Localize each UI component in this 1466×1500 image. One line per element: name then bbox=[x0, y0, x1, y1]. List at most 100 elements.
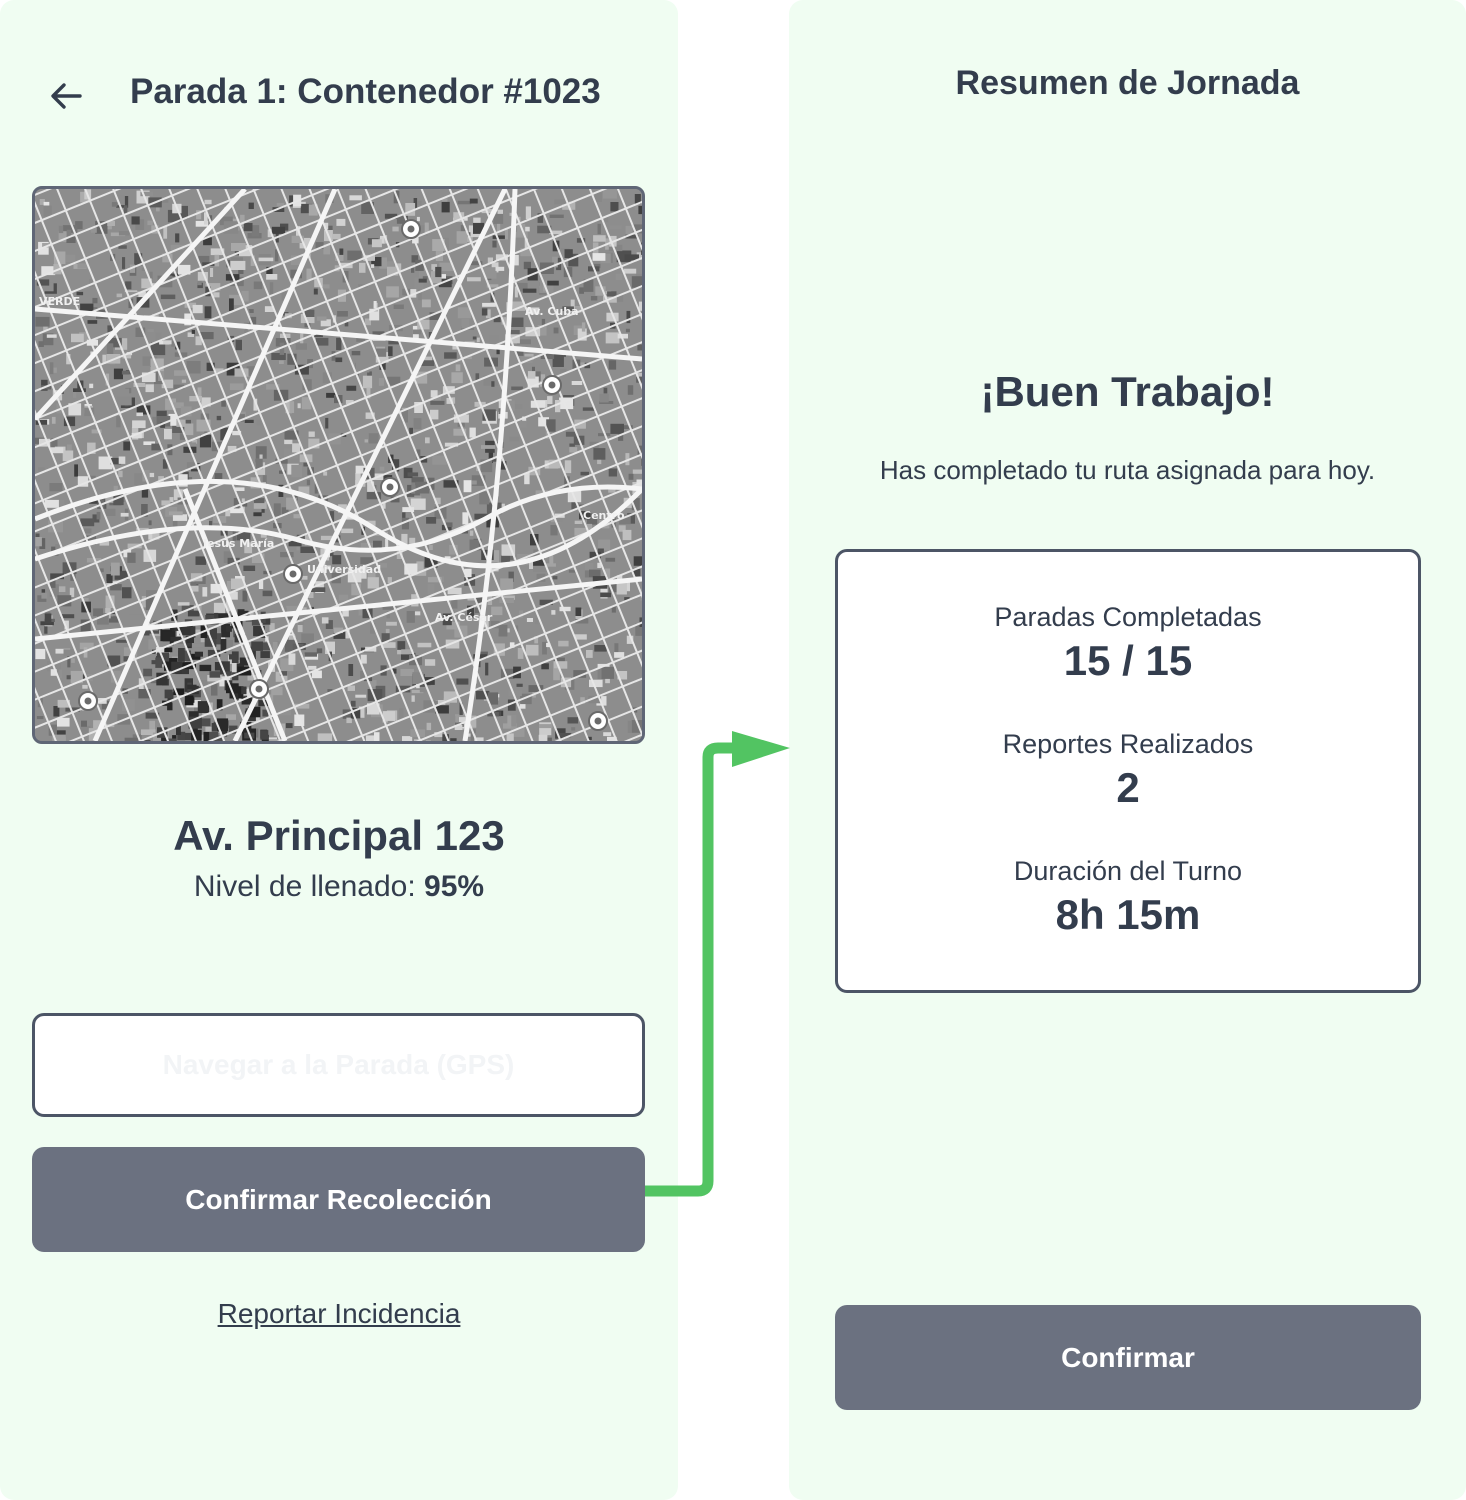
map-building bbox=[336, 337, 342, 351]
map-building bbox=[43, 205, 52, 217]
map-building bbox=[411, 267, 415, 273]
success-message: Has completado tu ruta asignada para hoy… bbox=[879, 455, 1376, 485]
map-building bbox=[608, 360, 617, 370]
map-building bbox=[586, 650, 593, 658]
map-building bbox=[492, 235, 506, 239]
map-building bbox=[628, 473, 634, 480]
map-building bbox=[44, 499, 59, 508]
stat-shift-duration: Duración del Turno 8h 15m bbox=[838, 856, 1418, 939]
navigate-gps-button[interactable]: Navegar a la Parada (GPS) bbox=[32, 1013, 645, 1117]
map-building bbox=[609, 225, 622, 230]
map-building bbox=[163, 226, 168, 239]
map-building bbox=[603, 732, 612, 737]
success-heading: ¡Buen Trabajo! bbox=[980, 368, 1275, 415]
map-building bbox=[429, 544, 433, 550]
map-building bbox=[412, 329, 422, 335]
map-building bbox=[593, 235, 606, 242]
map-building bbox=[527, 371, 536, 379]
map-building bbox=[393, 304, 404, 309]
map-label: Av. Cuba bbox=[525, 305, 579, 318]
map-building bbox=[426, 722, 432, 731]
map-building bbox=[339, 248, 344, 255]
map-building bbox=[627, 385, 634, 395]
map-view[interactable]: VERDE Av. Cuba Jesús María Universidad Av. C… bbox=[32, 186, 645, 744]
map-building bbox=[148, 520, 152, 526]
map-building bbox=[589, 679, 603, 688]
stat-value: 8h 15m bbox=[1055, 891, 1201, 938]
stats-card: Paradas Completadas 15 / 15 Reportes Rea… bbox=[835, 549, 1421, 993]
stat-reports-made: Reportes Realizados 2 bbox=[838, 729, 1418, 812]
map-building bbox=[113, 485, 118, 491]
map-building bbox=[293, 514, 301, 519]
map-building bbox=[253, 512, 262, 517]
map-building bbox=[547, 280, 559, 286]
map-building bbox=[316, 337, 329, 346]
map-building bbox=[229, 298, 234, 311]
map-building bbox=[41, 592, 48, 599]
map-building bbox=[192, 643, 203, 648]
report-incident-link[interactable]: Reportar Incidencia bbox=[218, 1298, 461, 1329]
map-building bbox=[228, 435, 242, 445]
map-building bbox=[131, 216, 140, 225]
fill-level: Nivel de llenado: 95% bbox=[0, 870, 678, 904]
map-building bbox=[316, 648, 323, 654]
map-building bbox=[476, 337, 480, 343]
map-building bbox=[124, 737, 139, 741]
map-building bbox=[129, 614, 143, 625]
map-building bbox=[351, 700, 356, 707]
map-building bbox=[243, 565, 256, 571]
map-building bbox=[347, 685, 355, 691]
map-building bbox=[610, 423, 624, 434]
map-building bbox=[552, 576, 558, 580]
map-building bbox=[456, 231, 468, 244]
map-building bbox=[616, 582, 627, 595]
map-building bbox=[186, 361, 201, 374]
map-building bbox=[522, 288, 537, 293]
map-building bbox=[622, 529, 632, 541]
map-building bbox=[335, 357, 343, 363]
map-building bbox=[371, 264, 375, 268]
map-building bbox=[145, 384, 154, 393]
map-building bbox=[41, 589, 46, 593]
map-building bbox=[425, 437, 430, 444]
map-park-block bbox=[178, 648, 185, 662]
map-building bbox=[481, 445, 495, 449]
map-building bbox=[364, 439, 369, 443]
back-button[interactable] bbox=[44, 74, 88, 118]
map-building bbox=[601, 666, 614, 679]
map-building bbox=[258, 257, 274, 262]
map-pin-dot bbox=[407, 225, 415, 233]
map-building bbox=[547, 396, 553, 404]
map-building bbox=[581, 322, 586, 332]
map-building bbox=[552, 354, 564, 367]
map-building bbox=[74, 464, 78, 477]
map-building bbox=[414, 611, 421, 616]
map-building bbox=[202, 587, 208, 597]
map-building bbox=[435, 266, 442, 278]
map-building bbox=[195, 556, 207, 565]
map-building bbox=[36, 716, 44, 720]
map-building bbox=[579, 287, 584, 294]
confirm-button[interactable]: Confirmar bbox=[835, 1305, 1421, 1410]
confirm-collection-button[interactable]: Confirmar Recolección bbox=[32, 1147, 645, 1252]
map-building bbox=[261, 509, 265, 513]
map-building bbox=[525, 206, 531, 220]
map-building bbox=[568, 569, 576, 573]
map-building bbox=[637, 344, 642, 351]
map-building bbox=[424, 222, 429, 233]
map-building bbox=[632, 469, 642, 474]
map-building bbox=[605, 557, 616, 562]
map-building bbox=[164, 428, 172, 440]
map-building bbox=[624, 268, 637, 274]
map-building bbox=[534, 618, 539, 625]
map-building bbox=[603, 387, 608, 394]
map-building bbox=[204, 199, 212, 205]
map-building bbox=[430, 409, 439, 420]
map-building bbox=[121, 388, 130, 394]
map-building bbox=[491, 606, 503, 616]
map-building bbox=[574, 520, 583, 524]
map-building bbox=[392, 226, 399, 232]
map-building bbox=[331, 233, 341, 240]
map-building bbox=[599, 393, 609, 403]
map-building bbox=[571, 727, 576, 731]
